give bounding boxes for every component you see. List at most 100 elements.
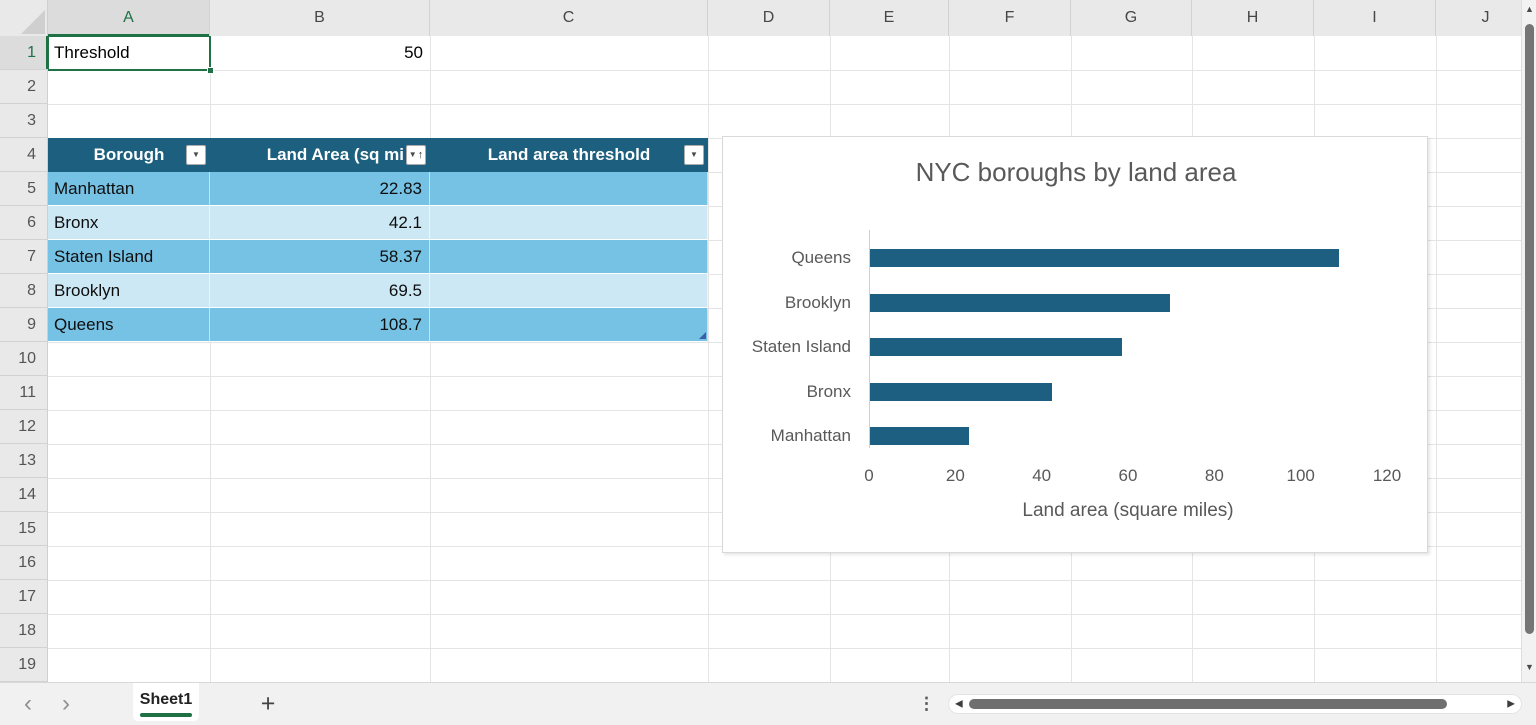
column-header-F[interactable]: F [949, 0, 1071, 36]
next-sheet-button[interactable]: › [57, 695, 75, 713]
cell-B1[interactable]: 50 [210, 36, 430, 70]
row-header-10[interactable]: 10 [0, 342, 48, 376]
table-cell[interactable]: Queens [48, 308, 210, 342]
column-header-E[interactable]: E [830, 0, 949, 36]
x-tick-label-120: 120 [1357, 466, 1417, 486]
table-cell[interactable]: Manhattan [48, 172, 210, 206]
category-label-2: Staten Island [729, 336, 851, 358]
filter-button-1[interactable]: ▼↑ [406, 145, 426, 165]
row-header-9[interactable]: 9 [0, 308, 48, 342]
row-header-11[interactable]: 11 [0, 376, 48, 410]
sheet-canvas[interactable]: 50 Threshold Borough▼Land Area (sq mi▼↑L… [0, 0, 1536, 682]
column-header-I[interactable]: I [1314, 0, 1436, 36]
row-header-17[interactable]: 17 [0, 580, 48, 614]
gridline-vertical [430, 36, 431, 682]
row-header-1[interactable]: 1 [0, 36, 48, 70]
gridline-horizontal [48, 104, 1536, 105]
gridline-vertical [708, 36, 709, 682]
row-header-13[interactable]: 13 [0, 444, 48, 478]
x-tick-label-40: 40 [1012, 466, 1072, 486]
gridline-horizontal [48, 580, 1536, 581]
table-cell[interactable]: 69.5 [210, 274, 430, 308]
bar-4 [870, 427, 969, 445]
spreadsheet-app: 50 Threshold Borough▼Land Area (sq mi▼↑L… [0, 0, 1536, 725]
gridline-vertical [210, 36, 211, 682]
scroll-down-icon[interactable]: ▼ [1522, 662, 1536, 672]
bar-0 [870, 249, 1339, 267]
sheet-tab-sheet1[interactable]: Sheet1 [133, 683, 199, 721]
column-header-A[interactable]: A [48, 0, 210, 36]
x-axis-title: Land area (square miles) [869, 500, 1387, 522]
category-label-3: Bronx [729, 381, 851, 403]
scroll-up-icon[interactable]: ▲ [1522, 4, 1536, 14]
table-cell[interactable] [430, 274, 708, 308]
select-all-icon [21, 10, 45, 34]
column-header-D[interactable]: D [708, 0, 830, 36]
chart-plot-area: QueensBrooklynStaten IslandBronxManhatta… [723, 137, 1429, 554]
row-header-16[interactable]: 16 [0, 546, 48, 580]
row-header-7[interactable]: 7 [0, 240, 48, 274]
category-label-4: Manhattan [729, 425, 851, 447]
table-cell[interactable]: Staten Island [48, 240, 210, 274]
gridline-horizontal [48, 614, 1536, 615]
filter-dropdown-icon: ▼ [409, 151, 417, 159]
scroll-right-icon[interactable]: ▶ [1507, 699, 1515, 710]
gridline-horizontal [48, 70, 1536, 71]
table-header-label: Borough [94, 145, 165, 165]
filter-button-0[interactable]: ▼ [186, 145, 206, 165]
cell-A1-text: Threshold [54, 37, 130, 69]
row-header-6[interactable]: 6 [0, 206, 48, 240]
table-cell[interactable] [430, 172, 708, 206]
filter-button-2[interactable]: ▼ [684, 145, 704, 165]
column-header-G[interactable]: G [1071, 0, 1192, 36]
chart[interactable]: NYC boroughs by land area QueensBrooklyn… [722, 136, 1428, 553]
row-header-4[interactable]: 4 [0, 138, 48, 172]
prev-sheet-button[interactable]: ‹ [19, 695, 37, 713]
table-header-2[interactable]: Land area threshold ▼ [430, 138, 708, 172]
vertical-scroll-thumb[interactable] [1525, 24, 1534, 634]
table-cell[interactable] [430, 206, 708, 240]
row-header-8[interactable]: 8 [0, 274, 48, 308]
table-header-0[interactable]: Borough ▼ [48, 138, 210, 172]
table-header-1[interactable]: Land Area (sq mi▼↑ [210, 138, 430, 172]
vertical-scrollbar[interactable]: ▲ ▼ [1521, 0, 1536, 682]
table-cell[interactable]: Brooklyn [48, 274, 210, 308]
horizontal-scrollbar[interactable]: ◀ ▶ [948, 694, 1522, 714]
row-header-15[interactable]: 15 [0, 512, 48, 546]
table-cell[interactable]: 22.83 [210, 172, 430, 206]
row-header-12[interactable]: 12 [0, 410, 48, 444]
table-resize-handle-icon[interactable] [699, 332, 706, 339]
scrollbar-drag-handle[interactable]: ⋮ [918, 694, 935, 714]
row-header-18[interactable]: 18 [0, 614, 48, 648]
row-header-5[interactable]: 5 [0, 172, 48, 206]
column-header-C[interactable]: C [430, 0, 708, 36]
table-header-label: Land area threshold [488, 145, 650, 165]
x-tick-label-0: 0 [839, 466, 899, 486]
row-header-3[interactable]: 3 [0, 104, 48, 138]
scroll-left-icon[interactable]: ◀ [955, 699, 963, 710]
sort-ascending-icon: ↑ [418, 150, 424, 161]
table-cell[interactable]: Bronx [48, 206, 210, 240]
add-sheet-button[interactable]: + [255, 690, 281, 719]
column-header-strip: ABCDEFGHIJ [0, 0, 1536, 36]
selected-cell-A1[interactable]: Threshold [47, 35, 211, 71]
horizontal-scroll-thumb[interactable] [969, 699, 1447, 709]
select-all-button[interactable] [0, 0, 48, 36]
column-header-H[interactable]: H [1192, 0, 1314, 36]
row-header-14[interactable]: 14 [0, 478, 48, 512]
gridline-vertical [1436, 36, 1437, 682]
row-header-2[interactable]: 2 [0, 70, 48, 104]
fill-handle[interactable] [207, 67, 214, 74]
table-cell[interactable]: 108.7 [210, 308, 430, 342]
bar-1 [870, 294, 1170, 312]
x-tick-label-60: 60 [1098, 466, 1158, 486]
x-tick-label-80: 80 [1184, 466, 1244, 486]
table-cell[interactable]: 58.37 [210, 240, 430, 274]
x-tick-label-100: 100 [1271, 466, 1331, 486]
column-header-B[interactable]: B [210, 0, 430, 36]
table-cell[interactable] [430, 308, 708, 342]
row-header-19[interactable]: 19 [0, 648, 48, 682]
table-cell[interactable]: 42.1 [210, 206, 430, 240]
table-cell[interactable] [430, 240, 708, 274]
data-table: Borough▼Land Area (sq mi▼↑Land area thre… [48, 138, 708, 342]
